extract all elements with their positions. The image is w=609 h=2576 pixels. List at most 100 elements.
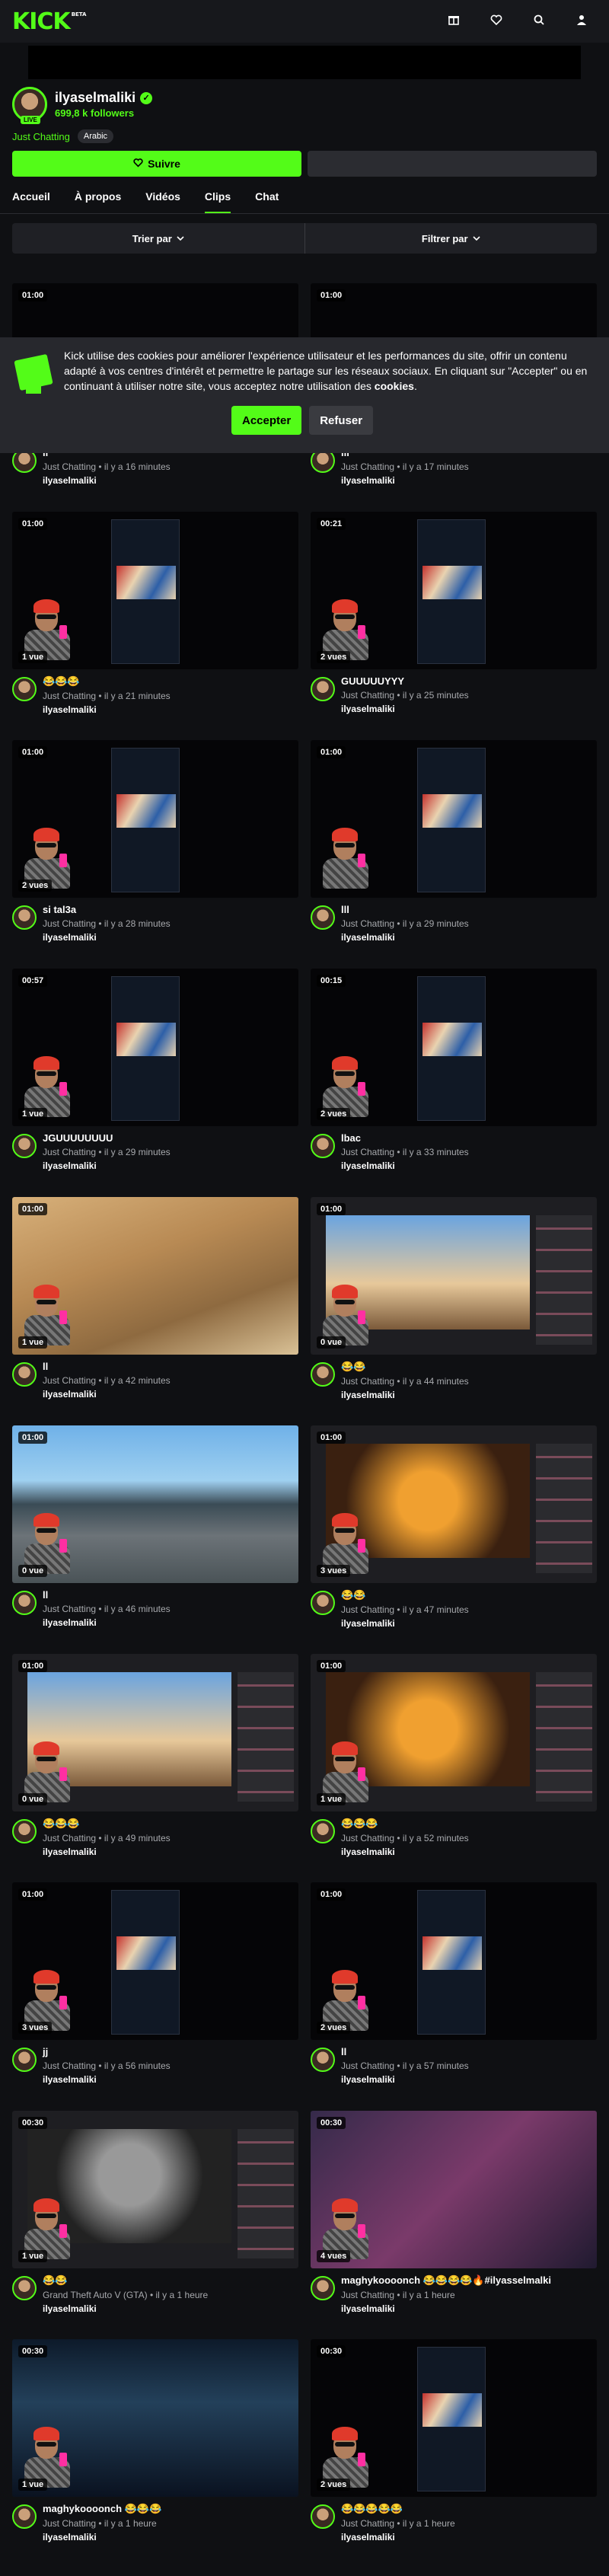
filter-dropdown[interactable]: Filtrer par — [304, 223, 598, 254]
clip-category[interactable]: Just Chatting — [341, 1147, 394, 1157]
tab-videos[interactable]: Vidéos — [145, 190, 180, 213]
clip-thumbnail[interactable]: 00:30 1 vue — [12, 2339, 298, 2497]
clip-card[interactable]: 00:30 1 vue 😂😂 Grand Theft Auto V (GTA) • i… — [12, 2111, 298, 2314]
clip-title[interactable]: si tal3a — [43, 904, 171, 915]
clip-title[interactable]: 😂😂 — [341, 1589, 469, 1601]
clip-category[interactable]: Grand Theft Auto V (GTA) — [43, 2290, 148, 2300]
channel-avatar[interactable] — [12, 2276, 37, 2300]
clip-category[interactable]: Just Chatting — [43, 1604, 96, 1614]
clip-channel-name[interactable]: ilyaselmaliki — [341, 2303, 551, 2314]
clip-title[interactable]: lbac — [341, 1132, 469, 1144]
clip-channel-name[interactable]: ilyaselmaliki — [43, 932, 171, 943]
clip-thumbnail[interactable]: 01:00 2 vues — [12, 740, 298, 898]
clip-thumbnail[interactable]: 00:21 2 vues — [311, 512, 597, 669]
channel-avatar[interactable] — [12, 1819, 37, 1843]
accept-cookies-button[interactable]: Accepter — [231, 406, 302, 435]
channel-avatar[interactable] — [12, 2048, 37, 2072]
tab-chat[interactable]: Chat — [255, 190, 279, 213]
user-icon[interactable] — [574, 14, 589, 29]
clip-thumbnail[interactable]: 01:00 3 vues — [311, 1425, 597, 1583]
clip-channel-name[interactable]: ilyaselmaliki — [341, 704, 469, 714]
clip-thumbnail[interactable]: 00:15 2 vues — [311, 969, 597, 1126]
channel-name[interactable]: ilyaselmaliki — [55, 90, 136, 106]
clip-thumbnail[interactable]: 01:00 0 vue — [12, 1425, 298, 1583]
heart-icon[interactable] — [489, 14, 504, 29]
clip-card[interactable]: 01:00 0 vue 😂😂 Just Chatting • il y a 44 mi… — [311, 1197, 597, 1400]
clip-channel-name[interactable]: ilyaselmaliki — [341, 1160, 469, 1171]
clip-card[interactable]: 00:30 2 vues 😂😂😂😂😂 Just Chatting • il y a 1… — [311, 2339, 597, 2542]
clip-title[interactable]: 😂😂😂 — [341, 1818, 469, 1830]
clip-thumbnail[interactable]: 01:00 3 vues — [12, 1882, 298, 2040]
channel-avatar[interactable] — [12, 677, 37, 701]
channel-avatar[interactable] — [12, 1591, 37, 1615]
clip-title[interactable]: lll — [341, 904, 469, 915]
clip-category[interactable]: Just Chatting — [341, 1833, 394, 1843]
clip-category[interactable]: Just Chatting — [43, 1147, 96, 1157]
channel-avatar[interactable]: LIVE — [12, 87, 47, 124]
clip-thumbnail[interactable]: 00:57 1 vue — [12, 969, 298, 1126]
clip-thumbnail[interactable]: 00:30 4 vues — [311, 2111, 597, 2268]
clip-title[interactable]: maghykoooonch 😂😂😂 — [43, 2503, 161, 2515]
clip-category[interactable]: Just Chatting — [43, 691, 96, 701]
clip-category[interactable]: Just Chatting — [43, 1833, 96, 1843]
gift-icon[interactable] — [446, 14, 461, 29]
clip-category[interactable]: Just Chatting — [43, 918, 96, 929]
clip-title[interactable]: maghykoooonch 😂😂😂😂🔥#ilyasselmalki — [341, 2274, 551, 2287]
clip-channel-name[interactable]: ilyaselmaliki — [43, 475, 171, 486]
clip-channel-name[interactable]: ilyaselmaliki — [43, 2303, 208, 2314]
clip-title[interactable]: 😂😂 — [43, 2274, 208, 2287]
clip-channel-name[interactable]: ilyaselmaliki — [43, 1617, 171, 1628]
refuse-cookies-button[interactable]: Refuser — [309, 406, 374, 435]
clip-card[interactable]: 01:00 1 vue 😂😂😂 Just Chatting • il y a 52 m… — [311, 1654, 597, 1857]
clip-card[interactable]: 01:00 0 vue 😂😂😂 Just Chatting • il y a 49 m… — [12, 1654, 298, 1857]
clip-category[interactable]: Just Chatting — [341, 2518, 394, 2529]
channel-avatar[interactable] — [12, 2504, 37, 2529]
clip-title[interactable]: ll — [341, 2046, 469, 2057]
clip-category[interactable]: Just Chatting — [341, 461, 394, 472]
cookie-link[interactable]: cookies — [375, 380, 414, 392]
clip-title[interactable]: jj — [43, 2046, 171, 2057]
clip-card[interactable]: 01:00 1 vue ll Just Chatting • il y a 42 mi… — [12, 1197, 298, 1400]
language-tag[interactable]: Arabic — [77, 129, 114, 143]
tab-clips[interactable]: Clips — [204, 190, 231, 213]
clip-thumbnail[interactable]: 01:00 0 vue — [12, 1654, 298, 1811]
clip-channel-name[interactable]: ilyaselmaliki — [341, 932, 469, 943]
clip-channel-name[interactable]: ilyaselmaliki — [341, 1847, 469, 1857]
clip-thumbnail[interactable]: 01:00 1 vue — [311, 1654, 597, 1811]
clip-category[interactable]: Just Chatting — [341, 2060, 394, 2071]
clip-card[interactable]: 01:00 0 vue ll Just Chatting • il y a 46 mi… — [12, 1425, 298, 1628]
sort-dropdown[interactable]: Trier par — [12, 223, 304, 254]
clip-card[interactable]: 01:00 2 vues si tal3a Just Chatting • il y … — [12, 740, 298, 943]
clip-title[interactable]: ll — [43, 1589, 171, 1601]
channel-avatar[interactable] — [311, 2504, 335, 2529]
clip-category[interactable]: Just Chatting — [43, 1375, 96, 1386]
channel-avatar[interactable] — [12, 1134, 37, 1158]
clip-thumbnail[interactable]: 01:00 1 vue — [12, 1197, 298, 1355]
clip-category[interactable]: Just Chatting — [341, 918, 394, 929]
subscribe-button[interactable] — [308, 151, 597, 177]
clip-card[interactable]: 00:15 2 vues lbac Just Chatting • il y a 33… — [311, 969, 597, 1171]
channel-avatar[interactable] — [311, 1819, 335, 1843]
clip-card[interactable]: 00:30 1 vue maghykoooonch 😂😂😂 Just Chatting… — [12, 2339, 298, 2542]
channel-avatar[interactable] — [12, 905, 37, 930]
clip-card[interactable]: 01:00 2 vues ll Just Chatting • il y a 57 m… — [311, 1882, 597, 2085]
channel-avatar[interactable] — [12, 1362, 37, 1387]
clip-thumbnail[interactable]: 01:00 — [311, 740, 597, 898]
search-icon[interactable] — [531, 14, 547, 29]
clip-channel-name[interactable]: ilyaselmaliki — [341, 1390, 469, 1400]
clip-channel-name[interactable]: ilyaselmaliki — [341, 2074, 469, 2085]
channel-category[interactable]: Just Chatting — [12, 131, 70, 142]
clip-thumbnail[interactable]: 01:00 2 vues — [311, 1882, 597, 2040]
tab-accueil[interactable]: Accueil — [12, 190, 50, 213]
clip-card[interactable]: 01:00 3 vues jj Just Chatting • il y a 56 m… — [12, 1882, 298, 2085]
clip-category[interactable]: Just Chatting — [341, 690, 394, 701]
clip-channel-name[interactable]: ilyaselmaliki — [43, 2532, 161, 2542]
clip-channel-name[interactable]: ilyaselmaliki — [43, 1389, 171, 1400]
clip-category[interactable]: Just Chatting — [341, 1376, 394, 1387]
clip-card[interactable]: 01:00 lll Just Chatting • il y a 29 minute… — [311, 740, 597, 943]
clip-thumbnail[interactable]: 00:30 1 vue — [12, 2111, 298, 2268]
channel-avatar[interactable] — [311, 2048, 335, 2072]
clip-category[interactable]: Just Chatting — [341, 2290, 394, 2300]
clip-title[interactable]: ll — [43, 1361, 171, 1372]
channel-avatar[interactable] — [311, 1134, 335, 1158]
